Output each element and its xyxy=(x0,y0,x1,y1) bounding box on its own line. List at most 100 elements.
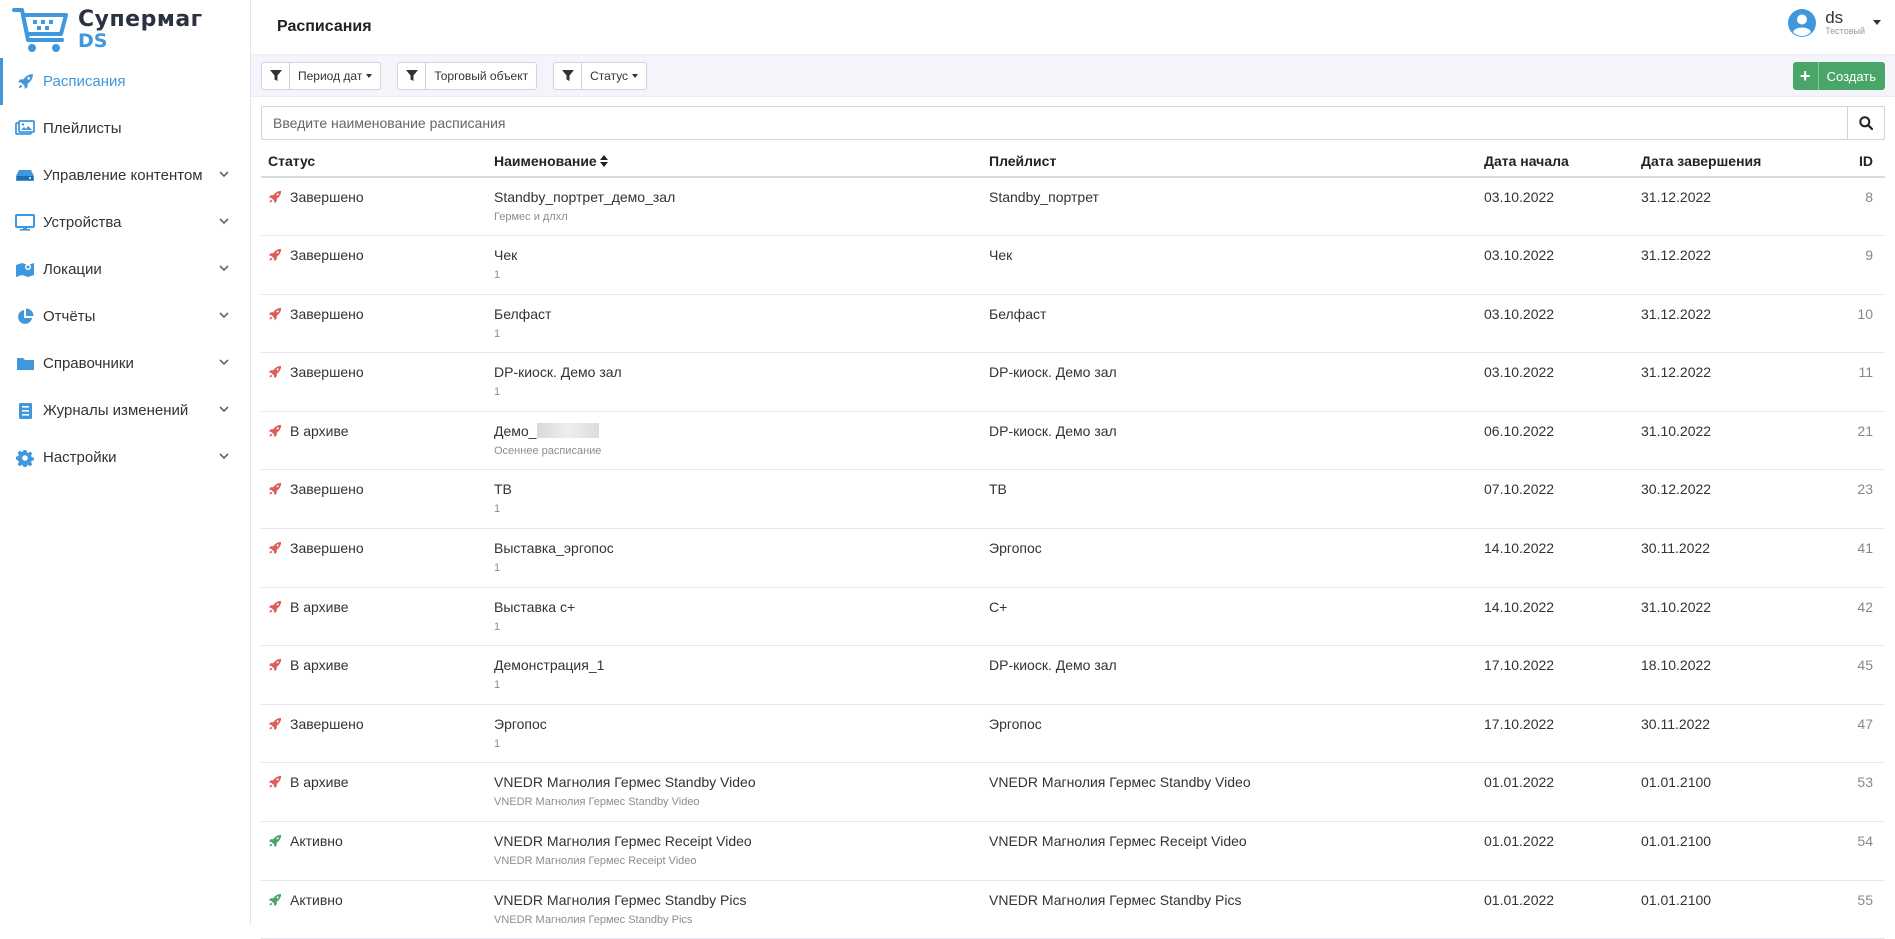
schedule-description: 1 xyxy=(494,562,982,574)
start-date: 14.10.2022 xyxy=(1477,587,1634,646)
caret-down-icon xyxy=(632,74,638,78)
status-text: Завершено xyxy=(290,481,364,497)
images-icon xyxy=(14,119,36,139)
sidebar-item-devices[interactable]: Устройства xyxy=(0,199,250,246)
schedule-name[interactable]: Белфаст xyxy=(494,306,982,322)
hdd-icon xyxy=(14,166,36,186)
status-cell: Завершено xyxy=(268,364,487,380)
schedule-id: 8 xyxy=(1824,177,1885,236)
playlist-name: Эргопос xyxy=(982,529,1477,588)
schedule-name[interactable]: VNEDR Магнолия Гермес Standby Video xyxy=(494,774,982,790)
playlist-name: Эргопос xyxy=(982,704,1477,763)
schedule-id: 9 xyxy=(1824,236,1885,295)
status-cell: Завершено xyxy=(268,540,487,556)
sidebar-nav: Расписания Плейлисты Управление контенто… xyxy=(0,58,250,481)
table-row[interactable]: Активно VNEDR Магнолия Гермес Standby Pi… xyxy=(261,880,1885,939)
table-row[interactable]: Завершено ТВ 1 ТВ 07.10.2022 30.12.2022 … xyxy=(261,470,1885,529)
table-row[interactable]: Активно VNEDR Магнолия Гермес Receipt Vi… xyxy=(261,822,1885,881)
schedule-name[interactable]: ТВ xyxy=(494,481,982,497)
chevron-down-icon xyxy=(218,262,230,274)
playlist-name: Standby_портрет xyxy=(982,177,1477,236)
schedule-name[interactable]: Чек xyxy=(494,247,982,263)
pie-chart-icon xyxy=(14,307,36,327)
sidebar-item-label: Плейлисты xyxy=(43,120,122,137)
sidebar-item-schedules[interactable]: Расписания xyxy=(0,58,250,105)
rocket-icon xyxy=(268,834,282,848)
end-date: 18.10.2022 xyxy=(1634,646,1824,705)
col-header-id[interactable]: ID xyxy=(1824,145,1885,177)
start-date: 17.10.2022 xyxy=(1477,704,1634,763)
col-header-start-date[interactable]: Дата начала xyxy=(1477,145,1634,177)
table-row[interactable]: В архиве VNEDR Магнолия Гермес Standby V… xyxy=(261,763,1885,822)
search-box xyxy=(261,106,1885,140)
sidebar-item-changelogs[interactable]: Журналы изменений xyxy=(0,387,250,434)
filter-status[interactable]: Статус xyxy=(553,62,647,90)
schedule-name[interactable]: VNEDR Магнолия Гермес Standby Pics xyxy=(494,892,982,908)
folder-icon xyxy=(14,354,36,374)
schedule-description: 1 xyxy=(494,679,982,691)
app: Супермаг DS Расписания Плейлисты xyxy=(0,0,1895,925)
sidebar-item-content[interactable]: Управление контентом xyxy=(0,152,250,199)
schedule-id: 45 xyxy=(1824,646,1885,705)
table-row[interactable]: Завершено Чек 1 Чек 03.10.2022 31.12.202… xyxy=(261,236,1885,295)
rocket-icon xyxy=(268,365,282,379)
schedule-description: 1 xyxy=(494,328,982,340)
sidebar-item-settings[interactable]: Настройки xyxy=(0,434,250,481)
user-name: ds xyxy=(1825,9,1865,27)
rocket-icon xyxy=(268,600,282,614)
schedule-name[interactable]: Standby_портрет_демо_зал xyxy=(494,189,982,205)
schedule-description: VNEDR Магнолия Гермес Standby Video xyxy=(494,796,982,808)
filter-date-range[interactable]: Период дат xyxy=(261,62,381,90)
table-row[interactable]: В архиве Демо_ Осеннее расписание DP-кио… xyxy=(261,411,1885,470)
status-cell: Завершено xyxy=(268,247,487,263)
status-text: Завершено xyxy=(290,540,364,556)
schedule-name[interactable]: Эргопос xyxy=(494,716,982,732)
table-header-row: Статус Наименование Плейлист Дата начала… xyxy=(261,145,1885,177)
filter-store[interactable]: Торговый объект xyxy=(397,62,537,90)
schedule-id: 41 xyxy=(1824,529,1885,588)
schedule-name[interactable]: Демонстрация_1 xyxy=(494,657,982,673)
table-row[interactable]: В архиве Выставка с+ 1 С+ 14.10.2022 31.… xyxy=(261,587,1885,646)
status-cell: В архиве xyxy=(268,423,487,439)
status-cell: Завершено xyxy=(268,306,487,322)
table-row[interactable]: Завершено DP-киоск. Демо зал 1 DP-киоск.… xyxy=(261,353,1885,412)
col-header-status[interactable]: Статус xyxy=(261,145,487,177)
table-row[interactable]: В архиве Демонстрация_1 1 DP-киоск. Демо… xyxy=(261,646,1885,705)
table-row[interactable]: Завершено Standby_портрет_демо_зал Герме… xyxy=(261,177,1885,236)
start-date: 03.10.2022 xyxy=(1477,177,1634,236)
map-marker-icon xyxy=(14,260,36,280)
logo[interactable]: Супермаг DS xyxy=(0,0,250,58)
schedule-id: 10 xyxy=(1824,294,1885,353)
col-header-name[interactable]: Наименование xyxy=(487,145,982,177)
status-text: В архиве xyxy=(290,657,349,673)
search-button[interactable] xyxy=(1847,107,1884,139)
sidebar-item-locations[interactable]: Локации xyxy=(0,246,250,293)
user-menu[interactable]: ds Тестовый xyxy=(1787,8,1881,38)
playlist-name: DP-киоск. Демо зал xyxy=(982,646,1477,705)
col-header-end-date[interactable]: Дата завершения xyxy=(1634,145,1824,177)
schedule-name[interactable]: VNEDR Магнолия Гермес Receipt Video xyxy=(494,833,982,849)
end-date: 30.11.2022 xyxy=(1634,704,1824,763)
status-text: Завершено xyxy=(290,306,364,322)
main-content: Расписания ds Тестовый Период дат xyxy=(251,0,1895,925)
sidebar-item-references[interactable]: Справочники xyxy=(0,340,250,387)
search-input[interactable] xyxy=(262,107,1847,139)
table-row[interactable]: Завершено Белфаст 1 Белфаст 03.10.2022 3… xyxy=(261,294,1885,353)
playlist-name: ТВ xyxy=(982,470,1477,529)
schedule-name[interactable]: DP-киоск. Демо зал xyxy=(494,364,982,380)
table-row[interactable]: Завершено Эргопос 1 Эргопос 17.10.2022 3… xyxy=(261,704,1885,763)
status-cell: Завершено xyxy=(268,716,487,732)
create-button[interactable]: + Создать xyxy=(1793,62,1885,90)
schedule-name[interactable]: Выставка_эргопос xyxy=(494,540,982,556)
sidebar-item-playlists[interactable]: Плейлисты xyxy=(0,105,250,152)
table-row[interactable]: Завершено Выставка_эргопос 1 Эргопос 14.… xyxy=(261,529,1885,588)
col-header-playlist[interactable]: Плейлист xyxy=(982,145,1477,177)
end-date: 01.01.2100 xyxy=(1634,763,1824,822)
sidebar-item-reports[interactable]: Отчёты xyxy=(0,293,250,340)
schedule-id: 11 xyxy=(1824,353,1885,412)
schedule-description: Гермес и длхл xyxy=(494,211,982,223)
schedule-name[interactable]: Демо_ xyxy=(494,423,982,439)
status-text: Завершено xyxy=(290,247,364,263)
schedule-name[interactable]: Выставка с+ xyxy=(494,599,982,615)
playlist-name: VNEDR Магнолия Гермес Receipt Video xyxy=(982,822,1477,881)
